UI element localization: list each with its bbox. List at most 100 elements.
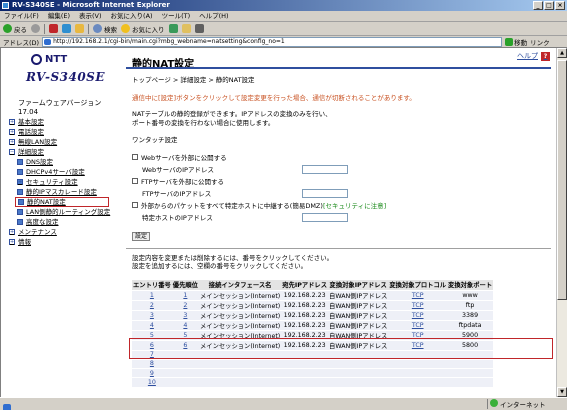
table-cell[interactable]: TCP [388, 290, 448, 301]
breadcrumb-advanced[interactable]: 詳細設定 [180, 76, 206, 84]
entry-number-link[interactable]: 6 [132, 340, 172, 351]
apply-button[interactable]: 設定 [132, 232, 150, 241]
table-cell: ftp [447, 300, 494, 311]
table-row: 7 [132, 350, 494, 360]
dmz-checkbox[interactable] [132, 202, 138, 208]
sidebar-item[interactable]: 高度な設定 [9, 217, 121, 227]
sidebar-item[interactable]: + 情報 [9, 237, 121, 247]
scroll-thumb[interactable] [557, 60, 567, 300]
table-cell[interactable]: 3 [171, 310, 199, 321]
entry-number-link[interactable]: 8 [132, 359, 172, 370]
vertical-scrollbar[interactable]: ▲ ▼ [556, 48, 567, 397]
sidebar-item[interactable]: + メンテナンス [9, 227, 121, 237]
sidebar-item[interactable]: + 基本設定 [9, 117, 121, 127]
table-cell[interactable]: TCP [388, 300, 448, 311]
table-cell [171, 368, 199, 379]
sidebar-item[interactable]: + セキュリティ設定 [9, 177, 121, 187]
menu-edit[interactable]: 編集(E) [48, 11, 70, 21]
collapse-icon: − [9, 149, 15, 155]
refresh-icon[interactable] [62, 24, 71, 33]
breadcrumb-top[interactable]: トップページ [132, 76, 171, 84]
window-controls: _ □ × [533, 1, 565, 10]
print-icon[interactable] [194, 24, 204, 33]
web-ip-row: WebサーバのIPアドレス [132, 163, 432, 175]
close-button[interactable]: × [555, 1, 565, 10]
page-loaded-icon [3, 404, 11, 410]
address-input[interactable]: http://192.168.2.1/cgi-bin/main.cgi?mbg_… [42, 36, 503, 47]
table-instructions: 設定内容を変更または削除するには、番号をクリックしてください。 設定を追加するに… [132, 254, 334, 270]
sidebar-item[interactable]: DNS設定 [9, 157, 121, 167]
security-warning-link[interactable]: [セキュリティに注意] [323, 200, 386, 210]
sidebar-item[interactable]: DHCPv4サーバ設定 [9, 167, 121, 177]
expand-icon: + [9, 129, 15, 135]
menu-view[interactable]: 表示(V) [79, 11, 102, 21]
entry-number-link[interactable]: 2 [132, 300, 172, 311]
table-cell [198, 359, 282, 370]
table-cell[interactable]: 4 [171, 320, 199, 331]
entry-number-link[interactable]: 1 [132, 290, 172, 301]
address-url: http://192.168.2.1/cgi-bin/main.cgi?mbg_… [53, 37, 285, 45]
column-header: 変換対象プロトコル [388, 280, 448, 291]
links-button[interactable]: リンク [530, 37, 550, 47]
maximize-button[interactable]: □ [544, 1, 554, 10]
web-publish-checkbox[interactable] [132, 154, 138, 160]
scroll-down-arrow-icon[interactable]: ▼ [557, 387, 567, 397]
forward-arrow-icon[interactable] [31, 24, 40, 33]
menu-bar: ファイル(F) 編集(E) 表示(V) お気に入り(A) ツール(T) ヘルプ(… [0, 11, 567, 22]
table-cell: メインセッション(Internet) [198, 340, 282, 351]
entry-number-link[interactable]: 7 [132, 350, 172, 360]
ftp-ip-input[interactable] [302, 188, 348, 198]
dmz-ip-input[interactable] [302, 212, 348, 222]
go-button[interactable]: 移動 [505, 37, 527, 47]
entry-number-link[interactable]: 5 [132, 330, 172, 341]
back-button[interactable]: 戻る [3, 24, 27, 34]
sidebar-item-label: 静的NAT設定 [27, 198, 66, 206]
entry-number-link[interactable]: 4 [132, 320, 172, 331]
home-icon[interactable] [75, 24, 84, 33]
table-cell[interactable]: TCP [388, 310, 448, 321]
sidebar-item[interactable]: 静的IPマスカレード設定 [9, 187, 121, 197]
table-cell[interactable]: TCP [388, 320, 448, 331]
ftp-ip-row: FTPサーバのIPアドレス [132, 187, 432, 199]
window-title-bar: RV-S340SE - Microsoft Internet Explorer … [0, 0, 567, 11]
minimize-button[interactable]: _ [533, 1, 543, 10]
sidebar-item[interactable]: − 詳細設定 [9, 147, 121, 157]
entry-number-link[interactable]: 9 [132, 368, 172, 379]
table-cell: ftpdata [447, 320, 494, 331]
sidebar-item[interactable]: LAN側静的ルーティング設定 [9, 207, 121, 217]
table-cell[interactable]: 1 [171, 290, 199, 301]
help-link[interactable]: ヘルプ ? [517, 51, 550, 61]
table-cell: メインセッション(Internet) [198, 330, 282, 341]
table-cell [328, 350, 389, 360]
table-cell[interactable]: 2 [171, 300, 199, 311]
sidebar-item[interactable]: + 電話設定 [9, 127, 121, 137]
table-cell: 自WAN側IPアドレス [328, 340, 389, 351]
table-cell[interactable]: 6 [171, 340, 199, 351]
table-row: 4 4 メインセッション(Internet) 192.168.2.23 自WAN側IPア… [132, 320, 494, 331]
breadcrumb: トップページ > 詳細設定 > 静的NAT設定 [132, 74, 255, 84]
stop-icon[interactable] [49, 24, 58, 33]
entry-number-link[interactable]: 10 [132, 377, 172, 388]
menu-tools[interactable]: ツール(T) [162, 11, 191, 21]
web-ip-input[interactable] [302, 164, 348, 174]
table-cell: www [447, 290, 494, 301]
sidebar-item[interactable]: + 無線LAN設定 [9, 137, 121, 147]
table-cell[interactable]: 5 [171, 330, 199, 341]
search-button[interactable]: 検索 [93, 24, 117, 34]
menu-favorites[interactable]: お気に入り(A) [111, 11, 153, 21]
menu-file[interactable]: ファイル(F) [4, 11, 39, 21]
scroll-up-arrow-icon[interactable]: ▲ [557, 48, 567, 58]
entry-number-link[interactable]: 3 [132, 310, 172, 321]
table-cell[interactable]: TCP [388, 340, 448, 351]
favorites-button[interactable]: お気に入り [121, 24, 165, 34]
column-header: エントリ番号 [132, 280, 172, 291]
menu-help[interactable]: ヘルプ(H) [199, 11, 228, 21]
table-cell[interactable]: TCP [388, 330, 448, 341]
history-icon[interactable] [168, 24, 178, 33]
browser-toolbar: 戻る 検索 お気に入り [0, 22, 567, 36]
ntt-logo-icon [31, 54, 42, 65]
ftp-publish-checkbox[interactable] [132, 178, 138, 184]
sidebar-item[interactable]: 静的NAT設定 [15, 197, 109, 207]
page-icon [17, 169, 23, 175]
mail-icon[interactable] [181, 24, 191, 33]
